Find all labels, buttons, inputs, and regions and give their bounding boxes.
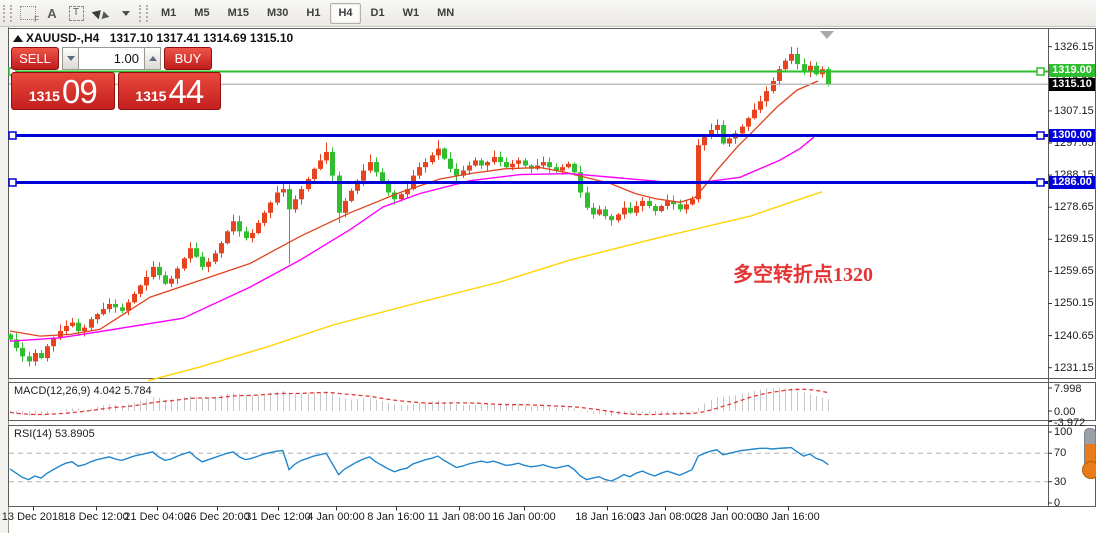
time-tick-label: 30 Jan 16:00	[756, 511, 820, 523]
rsi-line	[9, 446, 829, 482]
sell-price-big-figure: 1315	[28, 88, 60, 104]
rsi-axis-label: 0	[1054, 497, 1061, 509]
chart-text-annotation[interactable]: 多空转折点1320	[733, 258, 873, 287]
time-tick-label: 4 Jan 00:00	[307, 511, 365, 523]
price-tick-label: 1259.65	[1054, 265, 1094, 278]
price-marker-1315.10: 1315.10	[1049, 77, 1095, 91]
time-tick-label: 31 Dec 12:00	[245, 511, 311, 523]
line-handle[interactable]	[8, 178, 17, 187]
rsi-axis-label: 70	[1054, 447, 1067, 460]
price-marker-1300.00: 1300.00	[1049, 128, 1095, 142]
ma-fast	[9, 80, 819, 337]
price-tick-label: 1250.15	[1054, 297, 1094, 310]
volume-increase-button[interactable]	[144, 47, 161, 70]
price-tick-label: 1269.15	[1054, 233, 1094, 246]
triangle-down-icon	[66, 56, 75, 61]
shift-marker-icon[interactable]	[820, 31, 834, 39]
rsi-axis-label: 30	[1054, 475, 1067, 488]
triangle-up-icon	[148, 56, 157, 61]
sell-price-pips: 09	[61, 73, 98, 110]
rsi-label: RSI(14) 53.8905	[14, 428, 95, 440]
price-marker-1286.00: 1286.00	[1049, 175, 1095, 189]
ma-slow	[147, 191, 823, 382]
buy-price-big-figure: 1315	[135, 88, 167, 104]
time-tick-label: 23 Jan 08:00	[633, 511, 697, 523]
time-tick-label: 16 Jan 00:00	[492, 511, 556, 523]
time-tick-label: 13 Dec 2018	[1, 511, 65, 523]
line-handle[interactable]	[1036, 131, 1045, 140]
time-tick-label: 28 Jan 00:00	[695, 511, 759, 523]
symbol-collapse-icon[interactable]	[13, 35, 23, 42]
time-tick-label: 26 Dec 20:00	[184, 511, 250, 523]
volume-decrease-button[interactable]	[62, 47, 79, 70]
chart-title: XAUUSD-,H4 1317.10 1317.41 1314.69 1315.…	[26, 31, 293, 45]
volume-input[interactable]	[79, 47, 144, 70]
line-handle[interactable]	[1036, 67, 1045, 76]
time-tick-label: 18 Jan 16:00	[575, 511, 639, 523]
time-tick-label: 18 Dec 12:00	[63, 511, 129, 523]
buy-button[interactable]: BUY	[164, 47, 212, 70]
price-tick-label: 1326.15	[1054, 40, 1094, 53]
line-handle[interactable]	[8, 131, 17, 140]
price-tick-label: 1231.15	[1054, 361, 1094, 374]
price-tick-label: 1307.15	[1054, 104, 1094, 117]
time-tick-label: 21 Dec 04:00	[124, 511, 190, 523]
buy-quote-button[interactable]: 1315 44	[117, 72, 221, 110]
macd-values: 4.042 5.784	[93, 385, 152, 397]
time-tick-label: 8 Jan 16:00	[367, 511, 425, 523]
ohlc-values: 1317.10 1317.41 1314.69 1315.10	[109, 31, 294, 45]
macd-label: MACD(12,26,9) 4.042 5.784	[14, 385, 152, 397]
thermometer-icon	[1082, 428, 1096, 479]
macd-axis-label: 7.998	[1054, 382, 1082, 395]
one-click-trading-panel: SELL BUY 1315 09 1315 44	[11, 47, 221, 110]
price-tick-label: 1240.65	[1054, 329, 1094, 342]
sell-quote-button[interactable]: 1315 09	[11, 72, 115, 110]
rsi-value: 53.8905	[54, 428, 95, 440]
time-tick-label: 11 Jan 08:00	[427, 511, 491, 523]
sell-button[interactable]: SELL	[11, 47, 59, 70]
rsi-axis-label: 100	[1054, 426, 1073, 438]
buy-price-pips: 44	[168, 73, 204, 110]
price-marker-1319.00: 1319.00	[1049, 64, 1095, 78]
line-handle[interactable]	[1036, 178, 1045, 187]
symbol-period: XAUUSD-,H4	[26, 31, 100, 45]
price-tick-label: 1278.65	[1054, 201, 1094, 214]
